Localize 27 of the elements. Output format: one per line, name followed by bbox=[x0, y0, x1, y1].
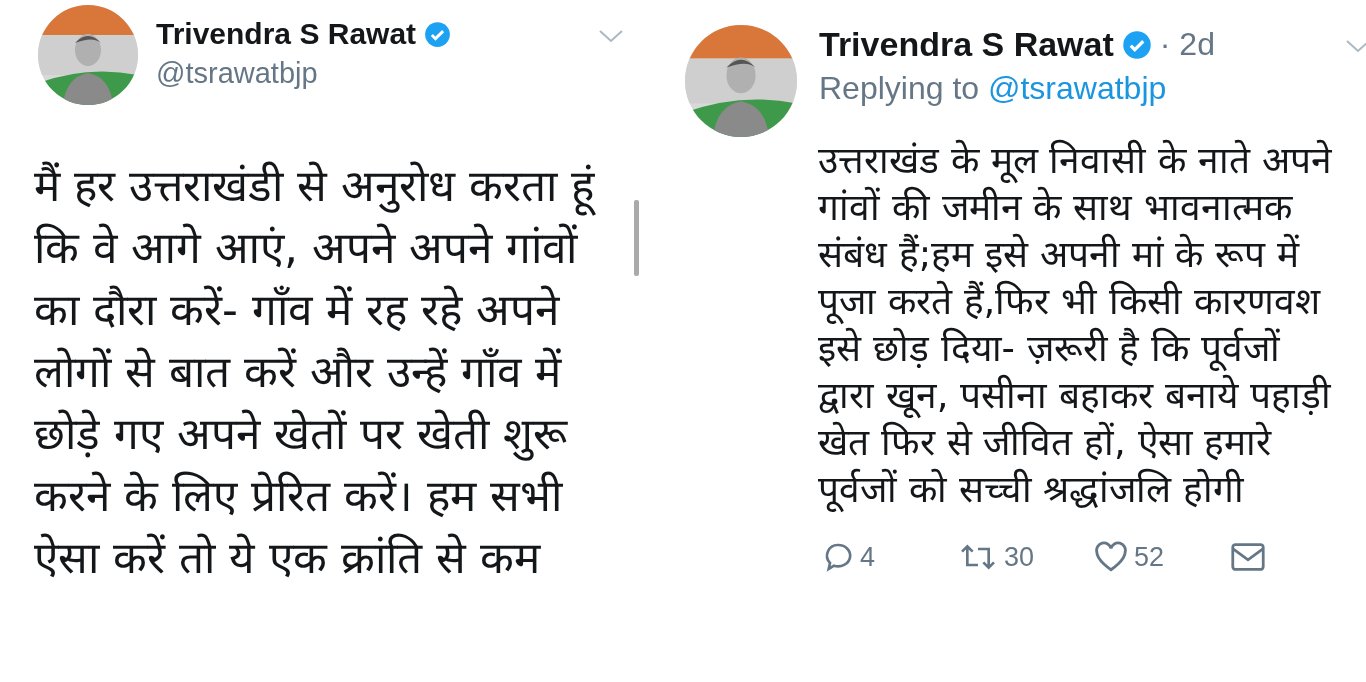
author-name[interactable]: Trivendra S Rawat bbox=[819, 25, 1114, 64]
tweet-text-line: छोड़े गए अपने खेतों पर खेती शुरू bbox=[34, 407, 569, 463]
tweet-text-line: संबंध हैं;हम इसे अपनी मां के रूप में bbox=[818, 232, 1301, 278]
tweet-text-line: खेत फिर से जीवित हों, ऐसा हमारे bbox=[818, 420, 1273, 466]
action-count: 52 bbox=[1134, 541, 1165, 573]
tweet-text-line: इसे छोड़ दिया- ज़रूरी है कि पूर्वजों bbox=[818, 326, 1281, 372]
tweet-text-line: का दौरा करें- गाँव में रह रहे अपने bbox=[34, 283, 561, 337]
tweet-text-line: कि वे आगे आएं, अपने अपने गांवों bbox=[34, 221, 579, 275]
tweet-text-line: द्वारा खून, पसीना बहाकर बनाये पहाड़ी bbox=[818, 373, 1332, 419]
verified-badge-icon bbox=[424, 20, 452, 48]
heart-icon[interactable] bbox=[1094, 541, 1128, 573]
author-handle[interactable]: @tsrawatbjp bbox=[156, 57, 452, 90]
action-count: 4 bbox=[860, 541, 876, 573]
tweet-text-line: लोगों से बात करें और उन्हें गाँव में bbox=[34, 345, 563, 399]
timestamp: · 2d bbox=[1159, 26, 1215, 63]
tweet-text-line: मैं हर उत्तराखंडी से अनुरोध करता हूं bbox=[34, 155, 683, 217]
tweet-text-line: पूजा करते हैं,फिर भी किसी कारणवश bbox=[818, 279, 1322, 325]
tweet-text-line: उत्तराखंड के मूल निवासी के नाते अपने bbox=[818, 138, 1333, 184]
envelope-icon[interactable] bbox=[1230, 541, 1266, 573]
action-count: 30 bbox=[1004, 541, 1035, 573]
replying-to-text: Replying to @tsrawatbjp bbox=[819, 70, 1168, 107]
author-name[interactable]: Trivendra S Rawat bbox=[156, 17, 417, 51]
tweet-text-line: पूर्वजों को सच्ची श्रद्धांजलि होगी bbox=[818, 467, 1246, 513]
tweet-text-line: गांवों की जमीन के साथ भावनात्मक bbox=[818, 185, 1294, 231]
verified-badge-icon bbox=[1121, 29, 1152, 60]
tweet-text-line: करने के लिए प्रेरित करें। हम सभी bbox=[34, 469, 564, 523]
tweet-text-line: ऐसा करें तो ये एक क्रांति से कम bbox=[34, 531, 542, 585]
